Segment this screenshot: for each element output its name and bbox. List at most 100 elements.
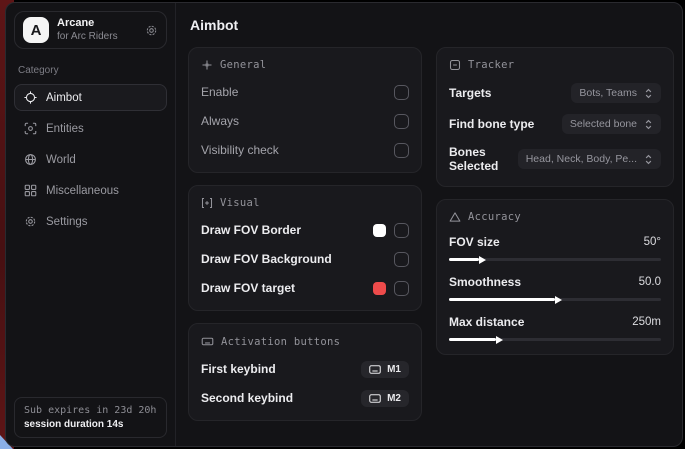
crosshair-icon <box>24 91 37 104</box>
brand-card: A Arcane for Arc Riders <box>14 11 167 49</box>
sidebar-item-label: Entities <box>46 123 84 135</box>
smoothness-slider[interactable] <box>449 298 661 301</box>
visual-card: Visual Draw FOV Border Draw FOV Backgrou… <box>188 185 422 311</box>
setting-label: First keybind <box>201 362 276 376</box>
category-label: Category <box>18 65 163 76</box>
right-column: Tracker Targets Bots, Teams <box>436 47 674 355</box>
main-content: Aimbot General <box>176 3 682 446</box>
card-title: Activation buttons <box>221 336 340 348</box>
slider-fill <box>449 338 496 341</box>
slider-row-max-distance: Max distance 250m <box>449 315 661 341</box>
sidebar-item-entities[interactable]: Entities <box>14 115 167 142</box>
sidebar-spacer <box>14 235 167 397</box>
max-distance-slider[interactable] <box>449 338 661 341</box>
setting-row-draw-fov-background: Draw FOV Background <box>201 250 409 268</box>
slider-row-fov-size: FOV size 50° <box>449 235 661 261</box>
app-window: A Arcane for Arc Riders Category Aimbot <box>5 2 683 447</box>
second-keybind-button[interactable]: M2 <box>361 390 409 407</box>
fov-brackets-icon <box>201 197 213 209</box>
setting-label: Find bone type <box>449 117 534 131</box>
sidebar-item-settings[interactable]: Settings <box>14 208 167 235</box>
setting-label: Targets <box>449 86 491 100</box>
setting-label: Enable <box>201 85 238 99</box>
setting-label: FOV size <box>449 235 500 249</box>
setting-label: Always <box>201 114 239 128</box>
enable-checkbox[interactable] <box>394 85 409 100</box>
card-title: Visual <box>220 197 260 209</box>
fov-size-slider[interactable] <box>449 258 661 261</box>
card-title: Tracker <box>468 59 514 71</box>
slider-fill <box>449 258 479 261</box>
chevrons-up-down-icon <box>644 88 653 99</box>
setting-row-draw-fov-border: Draw FOV Border <box>201 221 409 239</box>
brand-text: Arcane for Arc Riders <box>57 17 137 43</box>
sidebar-item-label: Aimbot <box>46 92 82 104</box>
slider-value: 50.0 <box>639 276 661 288</box>
app-subtitle: for Arc Riders <box>57 31 137 44</box>
draw-fov-target-checkbox[interactable] <box>394 281 409 296</box>
targets-dropdown[interactable]: Bots, Teams <box>571 83 661 103</box>
bones-selected-dropdown[interactable]: Head, Neck, Body, Pe... <box>518 149 661 169</box>
session-duration-text: session duration 14s <box>24 419 157 430</box>
setting-label: Draw FOV Border <box>201 223 301 237</box>
setting-row-first-keybind: First keybind M1 <box>201 360 409 378</box>
sidebar-item-label: Miscellaneous <box>46 185 119 197</box>
slider-thumb[interactable] <box>555 296 562 304</box>
sidebar-item-aimbot[interactable]: Aimbot <box>14 84 167 111</box>
setting-label: Smoothness <box>449 275 521 289</box>
color-swatch-white[interactable] <box>373 224 386 237</box>
grid-dots-icon <box>201 59 213 71</box>
setting-label: Max distance <box>449 315 524 329</box>
general-card: General Enable Always Visibility check <box>188 47 422 173</box>
tracker-card: Tracker Targets Bots, Teams <box>436 47 674 187</box>
setting-row-bones-selected: Bones Selected Head, Neck, Body, Pe... <box>449 145 661 173</box>
sidebar: A Arcane for Arc Riders Category Aimbot <box>6 3 176 446</box>
keyboard-icon <box>369 365 381 374</box>
left-column: General Enable Always Visibility check <box>188 47 422 421</box>
slider-value: 50° <box>644 236 661 248</box>
box-minus-icon <box>449 59 461 71</box>
sidebar-nav: Aimbot Entities World <box>14 84 167 235</box>
gear-icon[interactable] <box>145 24 158 37</box>
accuracy-card: Accuracy FOV size 50° <box>436 199 674 355</box>
dropdown-value: Bots, Teams <box>579 87 637 99</box>
visibility-check-checkbox[interactable] <box>394 143 409 158</box>
app-name: Arcane <box>57 17 137 31</box>
page-title: Aimbot <box>190 17 674 33</box>
draw-fov-border-checkbox[interactable] <box>394 223 409 238</box>
sidebar-item-label: World <box>46 154 76 166</box>
setting-row-targets: Targets Bots, Teams <box>449 83 661 103</box>
slider-fill <box>449 298 555 301</box>
keyboard-icon <box>201 335 214 348</box>
setting-row-visibility-check: Visibility check <box>201 141 409 159</box>
setting-label: Visibility check <box>201 143 279 157</box>
chevrons-up-down-icon <box>644 119 653 130</box>
grid-icon <box>24 184 37 197</box>
sidebar-item-label: Settings <box>46 216 88 228</box>
setting-row-second-keybind: Second keybind M2 <box>201 389 409 407</box>
draw-fov-background-checkbox[interactable] <box>394 252 409 267</box>
globe-icon <box>24 153 37 166</box>
card-title: Accuracy <box>468 211 521 223</box>
color-swatch-red[interactable] <box>373 282 386 295</box>
setting-row-enable: Enable <box>201 83 409 101</box>
setting-label: Second keybind <box>201 391 293 405</box>
always-checkbox[interactable] <box>394 114 409 129</box>
dropdown-value: Head, Neck, Body, Pe... <box>526 153 637 165</box>
dropdown-value: Selected bone <box>570 118 637 130</box>
triangle-icon <box>449 211 461 223</box>
first-keybind-button[interactable]: M1 <box>361 361 409 378</box>
sidebar-item-miscellaneous[interactable]: Miscellaneous <box>14 177 167 204</box>
keyboard-icon <box>369 394 381 403</box>
gear-icon <box>24 215 37 228</box>
keybind-value: M1 <box>387 364 401 375</box>
setting-label: Bones Selected <box>449 145 518 173</box>
slider-value: 250m <box>632 316 661 328</box>
slider-thumb[interactable] <box>479 256 486 264</box>
sidebar-item-world[interactable]: World <box>14 146 167 173</box>
setting-label: Draw FOV Background <box>201 252 332 266</box>
find-bone-type-dropdown[interactable]: Selected bone <box>562 114 661 134</box>
setting-row-always: Always <box>201 112 409 130</box>
activation-buttons-card: Activation buttons First keybind M1 <box>188 323 422 421</box>
slider-thumb[interactable] <box>496 336 503 344</box>
